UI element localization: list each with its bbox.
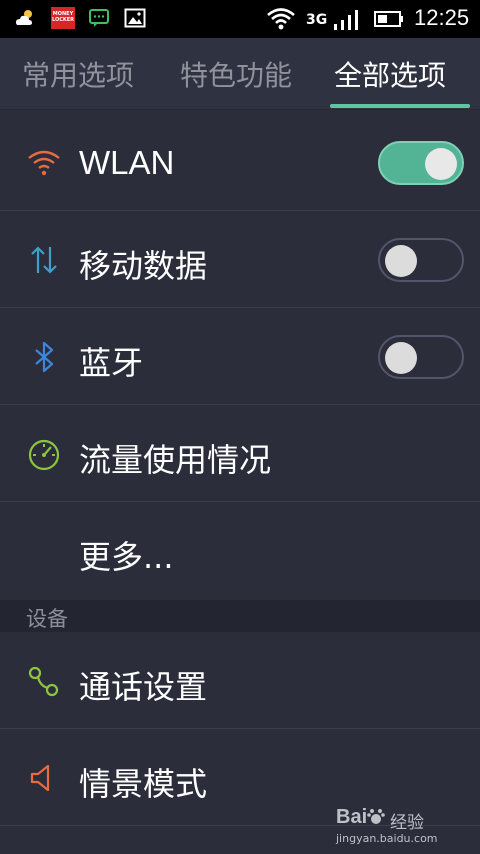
section-label: 设备	[26, 607, 68, 631]
weather-icon	[16, 10, 32, 25]
tab-common-options[interactable]: 常用选项	[22, 54, 134, 94]
wifi-icon	[28, 150, 60, 176]
section-header-device: 设备	[0, 600, 480, 632]
data-usage-label: 流量使用情况	[79, 441, 272, 479]
baidu-paw-logo: Bai	[336, 806, 385, 828]
watermark-site: jingyan.baidu.com	[336, 832, 438, 845]
mobile-data-label: 移动数据	[79, 247, 208, 285]
sound-profile-label: 情景模式	[79, 765, 208, 803]
svg-text:Bai: Bai	[336, 806, 367, 828]
image-icon	[124, 8, 146, 28]
cell-signal-icon	[334, 10, 358, 30]
baidu-watermark: Bai 经验 jingyan.baidu.com	[336, 802, 456, 848]
money-locker-icon: MONEY LOCKER	[51, 7, 75, 29]
arrows-up-down-icon	[31, 246, 57, 274]
data-usage-gauge-icon	[28, 439, 60, 471]
setting-row-data-usage[interactable]: 流量使用情况	[0, 405, 480, 502]
toggle-knob	[385, 245, 417, 277]
wlan-toggle[interactable]	[378, 141, 464, 185]
tab-all-options[interactable]: 全部选项	[334, 54, 446, 94]
tab-featured-functions[interactable]: 特色功能	[180, 54, 292, 94]
setting-row-bluetooth[interactable]: 蓝牙	[0, 308, 480, 405]
message-icon	[89, 9, 109, 27]
tab-bar: 常用选项 特色功能 全部选项	[0, 38, 480, 110]
battery-icon	[374, 11, 403, 27]
setting-row-call-settings[interactable]: 通话设置	[0, 632, 480, 729]
network-type-label: 3G	[306, 12, 328, 28]
bluetooth-label: 蓝牙	[79, 344, 144, 382]
call-settings-label: 通话设置	[79, 668, 208, 706]
setting-row-mobile-data[interactable]: 移动数据	[0, 211, 480, 308]
settings-screen: MONEY LOCKER 3G 12:25 常用选项 特色功能 全部选项 WLA…	[0, 0, 480, 854]
clock: 12:25	[414, 5, 470, 30]
more-label: 更多...	[79, 538, 174, 576]
toggle-knob	[425, 148, 457, 180]
wlan-label: WLAN	[79, 144, 175, 181]
call-settings-icon	[28, 666, 59, 697]
active-tab-indicator	[330, 104, 470, 108]
bluetooth-toggle[interactable]	[378, 335, 464, 379]
wifi-signal-icon	[267, 8, 295, 30]
bluetooth-icon	[35, 341, 54, 373]
toggle-knob	[385, 342, 417, 374]
setting-row-more[interactable]: 更多...	[0, 502, 480, 599]
speaker-icon	[30, 764, 50, 792]
status-bar: MONEY LOCKER 3G 12:25	[0, 0, 480, 38]
setting-row-wlan[interactable]: WLAN	[0, 114, 480, 211]
mobile-data-toggle[interactable]	[378, 238, 464, 282]
watermark-text: 经验	[390, 813, 424, 833]
